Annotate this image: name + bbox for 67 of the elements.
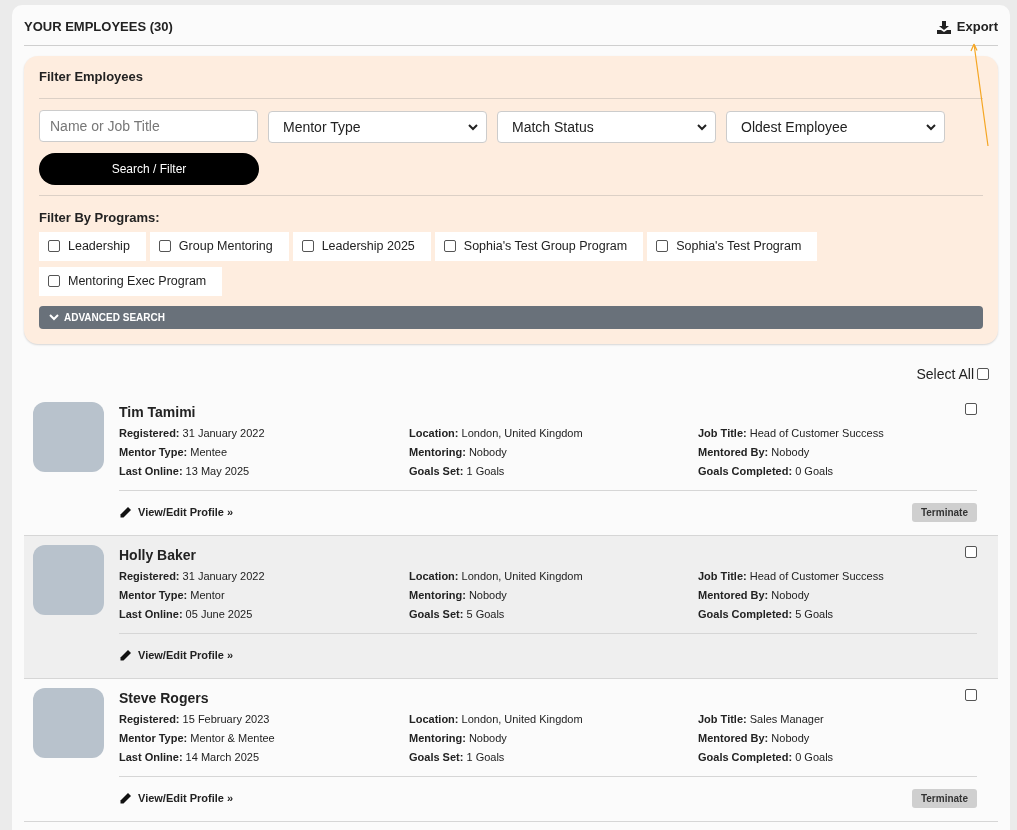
employee-name: Holly Baker	[119, 545, 197, 565]
employee-detail: Mentored By: Nobody	[698, 445, 810, 458]
employee-detail: Mentor Type: Mentor	[119, 588, 225, 601]
employee-detail: Goals Completed: 0 Goals	[698, 750, 834, 763]
dropdown[interactable]: Match Status	[497, 111, 716, 143]
employee-detail: Goals Completed: 5 Goals	[698, 607, 834, 620]
search-filter-button[interactable]: Search / Filter	[39, 153, 259, 185]
employee-detail: Goals Completed: 0 Goals	[698, 464, 834, 477]
employee-detail: Mentored By: Nobody	[698, 588, 810, 601]
program-checkbox[interactable]: Leadership 2025	[292, 231, 431, 261]
download-icon	[936, 20, 951, 34]
employee-detail: Registered: 31 January 2022	[119, 426, 265, 439]
chevron-down-icon	[49, 313, 59, 321]
employee-detail: Goals Set: 1 Goals	[409, 750, 505, 763]
employee-detail: Mentoring: Nobody	[409, 731, 507, 744]
employee-name: Tim Tamimi	[119, 402, 196, 422]
terminate-button[interactable]: Terminate	[911, 789, 977, 808]
page-title: YOUR EMPLOYEES (30)	[24, 18, 173, 37]
employee-detail: Mentored By: Nobody	[698, 731, 810, 744]
dropdown[interactable]: Oldest Employee	[726, 111, 945, 143]
dropdown[interactable]: Mentor Type	[268, 111, 487, 143]
employee-detail: Goals Set: 1 Goals	[409, 464, 505, 477]
employee-detail: Mentor Type: Mentor & Mentee	[119, 731, 275, 744]
program-checkbox[interactable]: Sophia's Test Group Program	[434, 231, 644, 261]
row-checkbox[interactable]	[965, 545, 977, 558]
employee-detail: Mentoring: Nobody	[409, 445, 507, 458]
employee-detail: Job Title: Head of Customer Success	[698, 426, 884, 439]
search-field[interactable]: Name or Job Title	[39, 110, 258, 142]
avatar-photo-placeholder	[33, 687, 104, 758]
employee-detail: Goals Set: 5 Goals	[409, 607, 505, 620]
view-edit-profile-link[interactable]: View/Edit Profile »	[119, 647, 234, 664]
employee-detail: Location: London, United Kingdom	[409, 569, 583, 582]
pencil-icon	[119, 649, 132, 662]
employee-detail: Location: London, United Kingdom	[409, 712, 583, 725]
employee-detail: Registered: 31 January 2022	[119, 569, 265, 582]
employee-detail: Last Online: 14 March 2025	[119, 750, 259, 763]
employee-detail: Mentoring: Nobody	[409, 588, 507, 601]
employee-detail: Last Online: 13 May 2025	[119, 464, 250, 477]
employee-name: Steve Rogers	[119, 688, 209, 708]
chevron-down-icon	[697, 123, 707, 131]
employee-detail: Location: London, United Kingdom	[409, 426, 583, 439]
select-all-checkbox[interactable]	[977, 368, 989, 380]
employee-detail: Registered: 15 February 2023	[119, 712, 270, 725]
program-checkbox[interactable]: Leadership	[39, 231, 146, 261]
pencil-icon	[119, 506, 132, 519]
employee-detail: Last Online: 05 June 2025	[119, 607, 253, 620]
employee-detail: Job Title: Head of Customer Success	[698, 569, 884, 582]
employee-detail: Mentor Type: Mentee	[119, 445, 227, 458]
export-button[interactable]: Export	[936, 17, 998, 37]
programs-label: Filter By Programs:	[39, 209, 161, 227]
pencil-icon	[119, 792, 132, 805]
chevron-down-icon	[468, 123, 478, 131]
avatar-photo-placeholder	[33, 401, 104, 472]
program-checkbox[interactable]: Group Mentoring	[149, 231, 289, 261]
view-edit-profile-link[interactable]: View/Edit Profile »	[119, 790, 234, 807]
program-checkbox[interactable]: Mentoring Exec Program	[39, 266, 223, 296]
terminate-button[interactable]: Terminate	[911, 503, 977, 522]
row-checkbox[interactable]	[965, 402, 977, 415]
chevron-down-icon	[926, 123, 936, 131]
filter-title: Filter Employees	[39, 56, 983, 99]
avatar-photo-placeholder	[33, 544, 104, 615]
row-checkbox[interactable]	[965, 688, 977, 701]
select-all-label: Select All	[916, 364, 974, 384]
view-edit-profile-link[interactable]: View/Edit Profile »	[119, 504, 234, 521]
program-checkbox[interactable]: Sophia's Test Program	[647, 231, 818, 261]
advanced-search-bar[interactable]: ADVANCED SEARCH	[39, 305, 983, 329]
employee-detail: Job Title: Sales Manager	[698, 712, 824, 725]
